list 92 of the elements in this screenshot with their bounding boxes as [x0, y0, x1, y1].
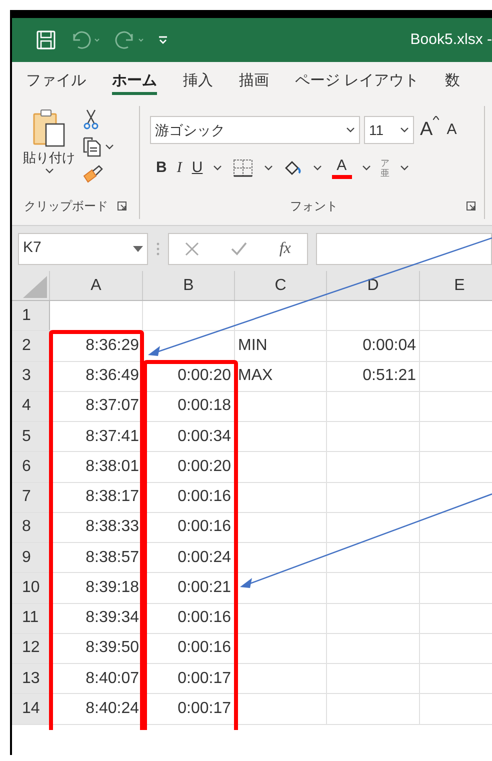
row-header[interactable]: 9 — [12, 543, 50, 572]
font-size-field[interactable]: 11 — [364, 116, 414, 144]
ribbon-tab[interactable]: ホーム — [112, 66, 157, 96]
check-icon[interactable] — [231, 242, 248, 256]
table-cell-text: MAX — [238, 366, 273, 386]
paste-button[interactable]: 貼り付け — [24, 106, 74, 197]
group-caption: フォント — [290, 198, 338, 215]
caret-icon — [212, 164, 222, 171]
caret-icon — [400, 164, 409, 171]
caret-icon — [105, 144, 114, 150]
table-cell-text: 8:39:50 — [86, 638, 139, 658]
table-cell-text: 8:38:01 — [86, 456, 139, 477]
table-cell-text: 8:37:07 — [86, 396, 139, 416]
copy-icon[interactable] — [82, 136, 102, 158]
row-header[interactable]: 11 — [12, 604, 50, 633]
table-cell-text: 0:00:16 — [178, 517, 231, 538]
scissors-icon[interactable] — [82, 108, 100, 130]
table-cell-text: 8:37:41 — [86, 426, 139, 447]
caret-icon — [312, 164, 322, 171]
bold-button[interactable]: B — [156, 156, 167, 179]
ribbon-tab[interactable]: 数 — [445, 66, 460, 96]
row-header[interactable]: 8 — [12, 512, 50, 542]
italic-button[interactable]: I — [176, 156, 182, 179]
table-cell-text: 8:39:34 — [86, 608, 139, 628]
table-cell-text: 8:38:17 — [86, 487, 139, 508]
grow-font-button[interactable]: A — [418, 116, 441, 144]
table-cell-text: 0:00:16 — [178, 487, 231, 508]
table-cell-text: MIN — [238, 336, 268, 356]
format-painter-icon[interactable] — [82, 164, 104, 184]
ribbon-tab[interactable]: 描画 — [239, 66, 269, 96]
caret-icon — [264, 164, 273, 171]
insert-function-button[interactable]: fx — [279, 236, 291, 260]
ribbon-tab[interactable]: 挿入 — [183, 66, 213, 96]
font-color-button[interactable]: A — [332, 156, 352, 179]
table-cell-text: 0:00:16 — [178, 608, 231, 628]
table-cell-text: 8:40:07 — [86, 668, 139, 689]
table-cell-text: 8:38:57 — [86, 548, 139, 568]
caret-icon — [346, 127, 355, 134]
ribbon-tab[interactable]: ページ レイアウト — [295, 66, 420, 96]
column-header[interactable]: A — [50, 271, 143, 300]
table-cell-text: 0:00:20 — [178, 456, 231, 477]
table-cell-text: 0:00:17 — [178, 698, 231, 719]
underline-button[interactable]: U — [192, 156, 203, 179]
row-header[interactable]: 14 — [12, 694, 50, 724]
table-cell-text: 0:00:18 — [178, 396, 231, 416]
row-header[interactable]: 1 — [12, 301, 50, 330]
shrink-font-button[interactable]: A — [444, 119, 459, 142]
redo-icon[interactable] — [114, 30, 144, 50]
column-header[interactable]: E — [420, 271, 492, 300]
group-caption: クリップボード — [24, 198, 108, 215]
table-cell-text: 0:00:34 — [178, 426, 231, 447]
dropdown-icon — [133, 246, 143, 252]
table-cell-text: 0:00:21 — [178, 578, 231, 598]
row-header[interactable]: 6 — [12, 452, 50, 482]
save-icon[interactable] — [36, 30, 56, 50]
table-cell-text: 8:36:49 — [86, 366, 139, 386]
caret-icon — [400, 127, 409, 134]
name-box[interactable]: K7 — [18, 232, 148, 264]
row-header[interactable]: 4 — [12, 392, 50, 421]
caret-icon — [44, 168, 54, 174]
table-cell-text: 8:36:29 — [86, 336, 139, 356]
clipboard-icon — [31, 108, 67, 148]
table-cell-text: 0:51:21 — [362, 366, 416, 386]
formula-input[interactable] — [316, 232, 492, 264]
row-header[interactable]: 3 — [12, 362, 50, 391]
table-cell-text: 0:00:24 — [178, 548, 231, 568]
border-icon[interactable] — [232, 158, 254, 178]
up-caret-icon — [432, 116, 439, 120]
column-header[interactable]: B — [143, 271, 235, 300]
table-cell-text: 0:00:16 — [178, 638, 231, 658]
table-cell-text: 8:40:24 — [86, 698, 139, 719]
table-cell-text: 0:00:20 — [178, 366, 231, 386]
row-header[interactable]: 7 — [12, 482, 50, 512]
table-cell-text: 8:38:33 — [86, 517, 139, 538]
phonetic-button[interactable]: ア 亜 — [380, 158, 390, 178]
row-header[interactable]: 13 — [12, 664, 50, 694]
row-header[interactable]: 5 — [12, 422, 50, 452]
table-cell-text: 0:00:17 — [178, 668, 231, 689]
row-header[interactable]: 10 — [12, 573, 50, 602]
window-title: Book5.xlsx - — [410, 30, 492, 50]
grip-icon — [156, 242, 160, 256]
ribbon-tab[interactable]: ファイル — [26, 66, 86, 96]
dialog-launcher-icon[interactable] — [117, 201, 127, 211]
dialog-launcher-icon[interactable] — [466, 201, 476, 211]
row-header[interactable]: 12 — [12, 634, 50, 663]
row-header[interactable]: 2 — [12, 331, 50, 360]
caret-icon — [362, 164, 371, 171]
table-cell-text: 0:00:04 — [362, 336, 416, 356]
table-cell-text: 8:39:18 — [86, 578, 139, 598]
column-header[interactable]: C — [235, 271, 327, 300]
font-name-field[interactable]: 游ゴシック — [150, 116, 360, 144]
customize-icon[interactable] — [158, 35, 168, 45]
